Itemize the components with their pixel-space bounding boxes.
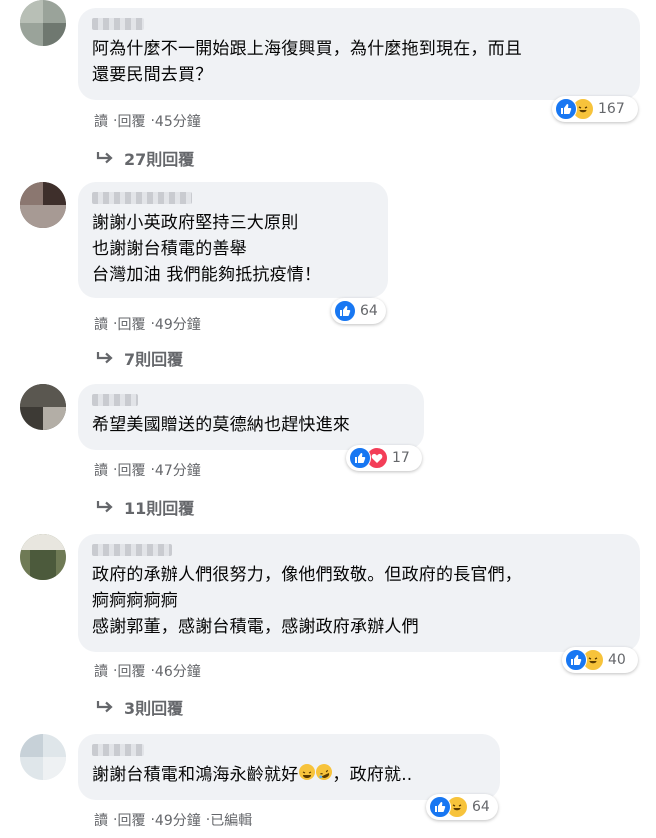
avatar[interactable] bbox=[20, 534, 66, 580]
reply-arrow-icon bbox=[96, 152, 113, 164]
replies-count-label: 7則回覆 bbox=[124, 350, 184, 369]
reaction-count: 167 bbox=[598, 101, 625, 117]
comment-actions: 讀 · 回覆 · 47分鐘 bbox=[94, 460, 201, 480]
read-action[interactable]: 讀 bbox=[94, 111, 108, 131]
author-name-redacted[interactable] bbox=[92, 192, 192, 204]
comment-bubble: 政府的承辦人們很努力，像他們致敬。但政府的長官們， 痾痾痾痾痾 感謝郭董，感謝台… bbox=[78, 534, 640, 652]
reply-action[interactable]: 回覆 bbox=[117, 661, 145, 681]
reply-action[interactable]: 回覆 bbox=[117, 460, 145, 480]
comment-text: 政府的承辦人們很努力，像他們致敬。但政府的長官們， 痾痾痾痾痾 感謝郭董，感謝台… bbox=[92, 565, 522, 637]
reply-arrow-icon bbox=[96, 352, 113, 364]
comment-actions: 讀 · 回覆 · 49分鐘 bbox=[94, 314, 201, 334]
view-replies-link[interactable]: 3則回覆 bbox=[96, 695, 183, 719]
timestamp[interactable]: 49分鐘 bbox=[155, 810, 201, 830]
reaction-summary[interactable]: 40 bbox=[562, 647, 638, 673]
timestamp[interactable]: 45分鐘 bbox=[155, 111, 201, 131]
author-name-redacted[interactable] bbox=[92, 744, 144, 756]
edited-label[interactable]: 已編輯 bbox=[210, 810, 252, 830]
reaction-summary[interactable]: 167 bbox=[552, 96, 638, 122]
author-name-redacted[interactable] bbox=[92, 18, 144, 30]
read-action[interactable]: 讀 bbox=[94, 810, 108, 830]
timestamp[interactable]: 46分鐘 bbox=[155, 661, 201, 681]
comment-text-part: 謝謝台積電和鴻海永齡就好 bbox=[92, 765, 299, 785]
comment-bubble: 希望美國贈送的莫德納也趕快進來 bbox=[78, 384, 424, 450]
like-icon bbox=[429, 796, 451, 818]
reaction-count: 40 bbox=[608, 652, 626, 668]
comment-bubble: 阿為什麼不一開始跟上海復興買，為什麼拖到現在，而且 還要民間去買？ bbox=[78, 8, 640, 100]
reply-action[interactable]: 回覆 bbox=[117, 314, 145, 334]
comment-actions: 讀 · 回覆 · 49分鐘 · 已編輯 bbox=[94, 810, 253, 830]
comment-bubble: 謝謝台積電和鴻海永齡就好 ，政府就.. bbox=[78, 734, 500, 800]
timestamp[interactable]: 47分鐘 bbox=[155, 460, 201, 480]
view-replies-link[interactable]: 7則回覆 bbox=[96, 346, 183, 370]
comment-text: 謝謝小英政府堅持三大原則 也謝謝台積電的善舉 台灣加油 我們能夠抵抗疫情！ bbox=[92, 213, 322, 285]
like-icon bbox=[565, 649, 587, 671]
reaction-summary[interactable]: 64 bbox=[426, 794, 498, 820]
like-icon bbox=[555, 98, 577, 120]
reply-arrow-icon bbox=[96, 701, 113, 713]
avatar[interactable] bbox=[20, 384, 66, 430]
comment-text-part: ，政府就.. bbox=[332, 765, 413, 785]
reaction-summary[interactable]: 64 bbox=[331, 298, 386, 324]
read-action[interactable]: 讀 bbox=[94, 314, 108, 334]
reply-arrow-icon bbox=[96, 501, 113, 513]
grinning-squint-emoji-icon bbox=[299, 764, 316, 780]
replies-count-label: 11則回覆 bbox=[124, 499, 195, 518]
author-name-redacted[interactable] bbox=[92, 394, 138, 406]
reaction-count: 64 bbox=[360, 303, 378, 319]
like-icon bbox=[349, 447, 371, 469]
read-action[interactable]: 讀 bbox=[94, 661, 108, 681]
read-action[interactable]: 讀 bbox=[94, 460, 108, 480]
comment-text: 希望美國贈送的莫德納也趕快進來 bbox=[92, 415, 350, 435]
reply-action[interactable]: 回覆 bbox=[117, 111, 145, 131]
comment-text: 謝謝台積電和鴻海永齡就好 ，政府就.. bbox=[92, 761, 486, 788]
comment-actions: 讀 · 回覆 · 46分鐘 bbox=[94, 661, 201, 681]
avatar[interactable] bbox=[20, 182, 66, 228]
replies-count-label: 3則回覆 bbox=[124, 699, 184, 718]
reaction-count: 17 bbox=[392, 450, 410, 466]
like-icon bbox=[334, 300, 356, 322]
view-replies-link[interactable]: 27則回覆 bbox=[96, 146, 194, 170]
author-name-redacted[interactable] bbox=[92, 544, 172, 556]
comment-text: 阿為什麼不一開始跟上海復興買，為什麼拖到現在，而且 還要民間去買？ bbox=[92, 39, 522, 85]
reaction-count: 64 bbox=[472, 799, 490, 815]
avatar[interactable] bbox=[20, 0, 66, 46]
reply-action[interactable]: 回覆 bbox=[117, 810, 145, 830]
replies-count-label: 27則回覆 bbox=[124, 150, 195, 169]
timestamp[interactable]: 49分鐘 bbox=[155, 314, 201, 334]
reaction-summary[interactable]: 17 bbox=[346, 445, 422, 471]
comment-actions: 讀 · 回覆 · 45分鐘 bbox=[94, 111, 201, 131]
comment-bubble: 謝謝小英政府堅持三大原則 也謝謝台積電的善舉 台灣加油 我們能夠抵抗疫情！ bbox=[78, 182, 388, 298]
view-replies-link[interactable]: 11則回覆 bbox=[96, 495, 194, 519]
avatar[interactable] bbox=[20, 734, 66, 780]
